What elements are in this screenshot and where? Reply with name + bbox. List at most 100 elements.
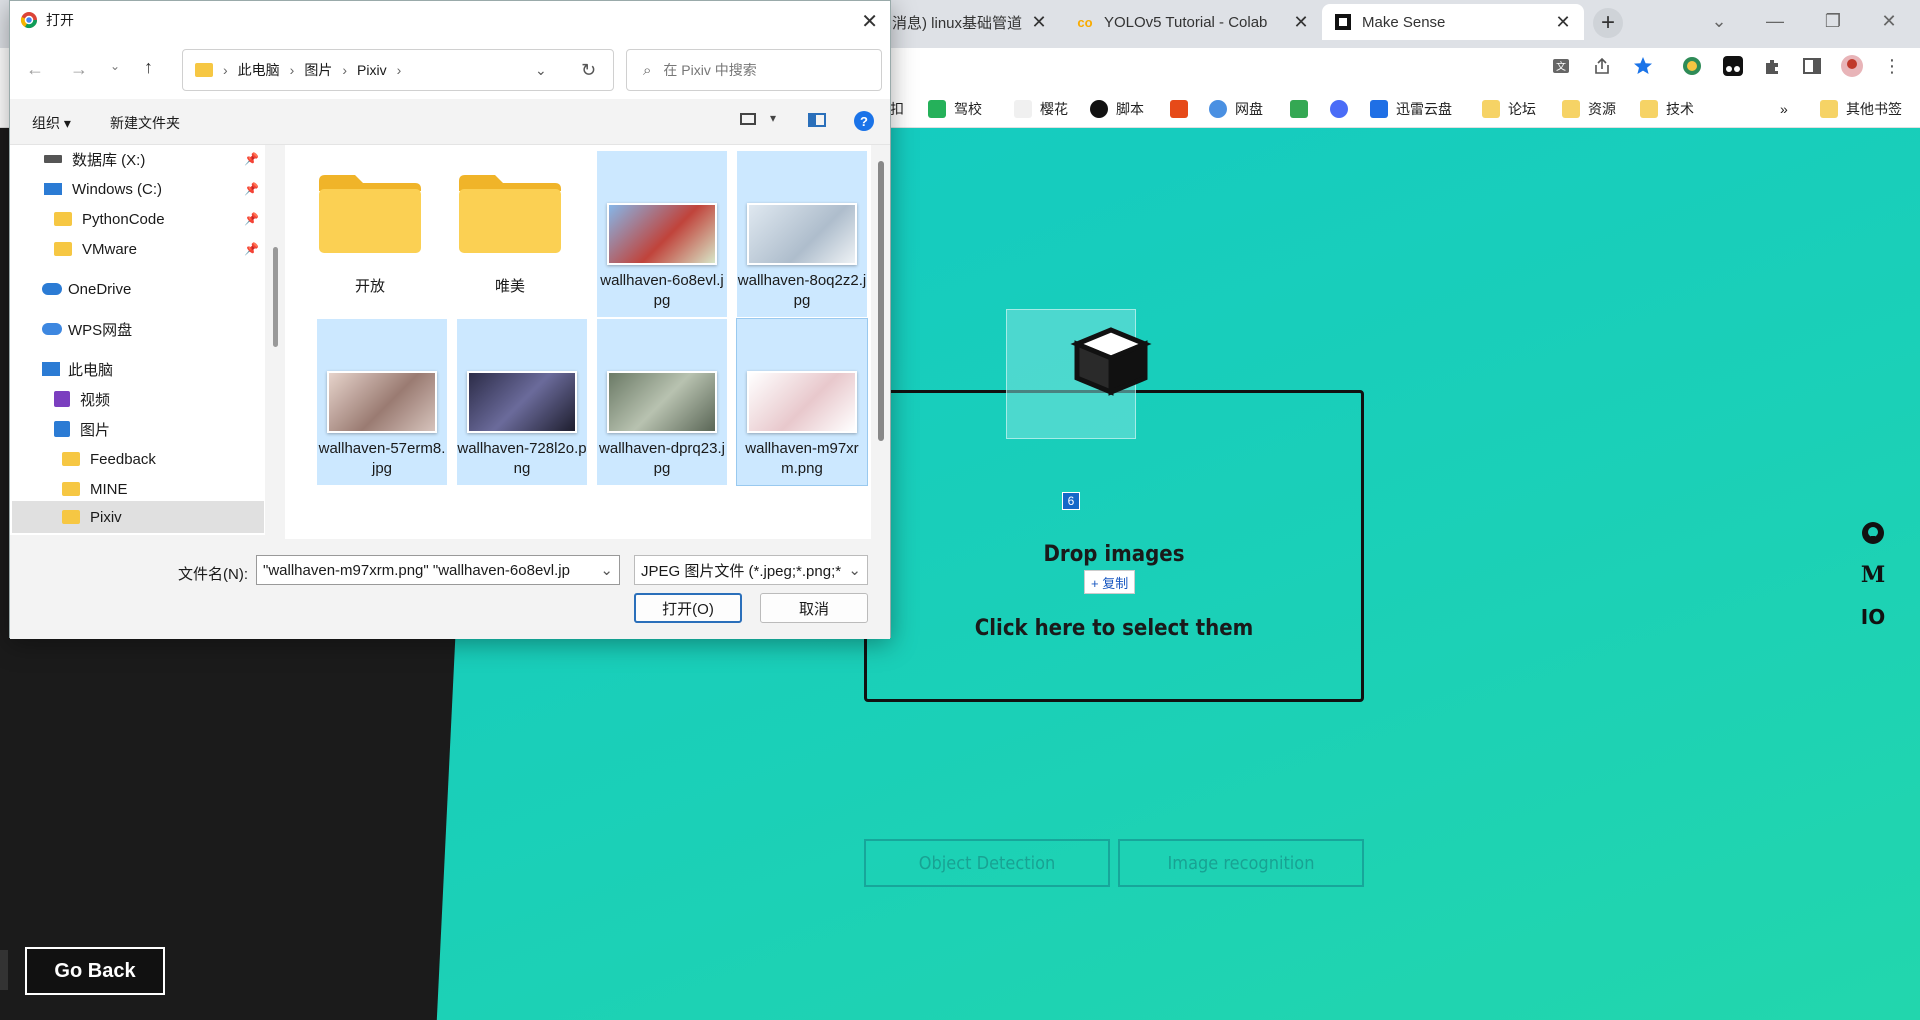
chevron-down-icon[interactable]: ⌄	[600, 561, 613, 579]
filename-input[interactable]: "wallhaven-m97xrm.png" "wallhaven-6o8evl…	[256, 555, 620, 585]
content-scrollbar[interactable]	[878, 161, 884, 441]
organize-menu[interactable]: 组织 ▾	[32, 113, 71, 133]
file-item-folder[interactable]: 唯美	[445, 153, 575, 315]
translate-icon[interactable]: 文	[1549, 54, 1573, 78]
file-item-image[interactable]: wallhaven-m97xrm.png	[736, 318, 868, 486]
extension-globe-icon[interactable]	[1680, 54, 1704, 78]
help-icon[interactable]: ?	[854, 111, 874, 131]
bookmark-favicon	[1014, 100, 1032, 118]
bookmark-label: 技术	[1666, 101, 1694, 117]
close-icon[interactable]: ✕	[1554, 12, 1572, 33]
nav-item-pythoncode[interactable]: PythonCode 📌	[54, 205, 259, 233]
profile-avatar[interactable]	[1840, 54, 1864, 78]
filename-value: "wallhaven-m97xrm.png" "wallhaven-6o8evl…	[263, 561, 570, 579]
tab-linux[interactable]: 消息) linux基础管道 ✕	[880, 4, 1060, 40]
chevron-down-icon[interactable]: ▾	[770, 111, 776, 125]
nav-item-c-drive[interactable]: Windows (C:) 📌	[44, 175, 259, 203]
preview-pane-icon[interactable]	[808, 113, 826, 127]
drop-subtitle[interactable]: Click here to select them	[864, 616, 1364, 641]
drop-title: Drop images	[1043, 542, 1185, 567]
site-io-icon[interactable]: IO	[1860, 604, 1886, 630]
nav-item-pixiv[interactable]: Pixiv	[62, 503, 122, 531]
bookmark-item[interactable]: 樱花	[1014, 96, 1068, 122]
up-arrow-icon[interactable]: ↑	[144, 57, 153, 78]
search-placeholder: 在 Pixiv 中搜索	[663, 62, 757, 78]
extensions-puzzle-icon[interactable]	[1761, 54, 1785, 78]
file-item-image[interactable]: wallhaven-dprq23.jpg	[597, 319, 727, 485]
tab-search-icon[interactable]: ⌄	[1696, 4, 1742, 38]
close-window-icon[interactable]: ✕	[1866, 4, 1912, 38]
address-breadcrumb[interactable]: › 此电脑 › 图片 › Pixiv › ⌄ ↻	[182, 49, 614, 91]
file-item-image[interactable]: wallhaven-8oq2z2.jpg	[737, 151, 867, 317]
nav-label: Windows (C:)	[72, 180, 163, 198]
file-item-image[interactable]: wallhaven-6o8evl.jpg	[597, 151, 727, 317]
view-options-icon[interactable]	[740, 113, 756, 125]
bookmark-favicon	[1330, 100, 1348, 118]
tab-colab[interactable]: co YOLOv5 Tutorial - Colab ✕	[1064, 4, 1322, 40]
close-icon[interactable]: ✕	[1292, 12, 1310, 33]
filetype-select[interactable]: JPEG 图片文件 (*.jpeg;*.png;* ⌄	[634, 555, 868, 585]
more-bookmarks-button[interactable]: »	[1780, 96, 1788, 122]
nav-item-feedback[interactable]: Feedback	[62, 445, 156, 473]
bookmark-folder[interactable]: 资源	[1562, 96, 1616, 122]
file-item-image[interactable]: wallhaven-728l2o.png	[457, 319, 587, 485]
nav-item-mine[interactable]: MINE	[62, 475, 128, 503]
breadcrumb-pictures[interactable]: 图片	[304, 60, 332, 80]
nav-item-pictures[interactable]: 图片	[54, 415, 110, 443]
new-folder-button[interactable]: 新建文件夹	[110, 113, 180, 133]
chevron-down-icon[interactable]: ⌄	[110, 59, 120, 73]
extension-tampermonkey-icon[interactable]	[1721, 54, 1745, 78]
nav-item-wps[interactable]: WPS网盘	[42, 315, 132, 343]
nav-item-this-pc[interactable]: 此电脑	[42, 355, 113, 383]
file-item-image[interactable]: wallhaven-57erm8.jpg	[317, 319, 447, 485]
image-recognition-button[interactable]: Image recognition	[1118, 839, 1364, 887]
nav-scrollbar[interactable]	[273, 247, 278, 347]
bookmark-item[interactable]: 迅雷云盘	[1370, 96, 1452, 122]
bookmark-label: 樱花	[1040, 101, 1068, 117]
folder-icon	[459, 175, 561, 253]
back-arrow-icon[interactable]: ←	[26, 59, 44, 80]
restore-icon[interactable]: ❐	[1810, 4, 1856, 38]
share-icon[interactable]	[1590, 54, 1614, 78]
file-item-folder[interactable]: 开放	[305, 153, 435, 315]
minimize-icon[interactable]: —	[1752, 4, 1798, 38]
bookmark-item[interactable]	[1290, 96, 1316, 122]
nav-item-vmware[interactable]: VMware 📌	[54, 235, 259, 263]
bookmark-item[interactable]	[1170, 96, 1196, 122]
close-icon[interactable]: ✕	[1030, 12, 1048, 33]
nav-label: Pixiv	[90, 508, 122, 526]
bookmark-item[interactable]: 脚本	[1090, 96, 1144, 122]
close-icon[interactable]: ✕	[861, 9, 878, 34]
bookmark-folder[interactable]: 其他书签	[1820, 96, 1902, 122]
chevron-down-icon[interactable]: ⌄	[535, 62, 547, 79]
new-tab-button[interactable]: +	[1593, 8, 1623, 38]
tab-make-sense[interactable]: Make Sense ✕	[1322, 4, 1584, 40]
bookmark-item[interactable]: 扣	[890, 96, 904, 122]
breadcrumb-pixiv[interactable]: Pixiv	[357, 62, 387, 78]
forward-arrow-icon[interactable]: →	[70, 59, 88, 80]
refresh-icon[interactable]: ↻	[581, 60, 596, 81]
cancel-button[interactable]: 取消	[760, 593, 868, 623]
nav-item-videos[interactable]: 视频	[54, 385, 110, 413]
bookmark-star-icon[interactable]	[1631, 54, 1655, 78]
search-input[interactable]: ⌕ 在 Pixiv 中搜索	[626, 49, 882, 91]
bookmark-item[interactable]: 驾校	[928, 96, 982, 122]
github-icon[interactable]	[1860, 520, 1886, 546]
go-back-button[interactable]: Go Back	[25, 947, 165, 995]
chevron-down-icon[interactable]: ⌄	[848, 561, 861, 579]
medium-icon[interactable]: M	[1860, 562, 1886, 588]
bookmark-item[interactable]: 网盘	[1209, 96, 1263, 122]
bookmark-folder[interactable]: 论坛	[1482, 96, 1536, 122]
nav-label: VMware	[82, 240, 138, 258]
bookmark-favicon	[928, 100, 946, 118]
breadcrumb-pc[interactable]: 此电脑	[238, 60, 280, 80]
bookmark-item[interactable]	[1330, 96, 1356, 122]
nav-item-onedrive[interactable]: OneDrive	[42, 275, 131, 303]
menu-icon[interactable]: ⋮	[1880, 54, 1904, 78]
object-detection-button[interactable]: Object Detection	[864, 839, 1110, 887]
file-name: wallhaven-dprq23.jpg	[599, 440, 725, 477]
bookmark-folder[interactable]: 技术	[1640, 96, 1694, 122]
side-panel-icon[interactable]	[1800, 54, 1824, 78]
open-button[interactable]: 打开(O)	[634, 593, 742, 623]
nav-item-x-drive[interactable]: 数据库 (X:) 📌	[44, 145, 259, 173]
